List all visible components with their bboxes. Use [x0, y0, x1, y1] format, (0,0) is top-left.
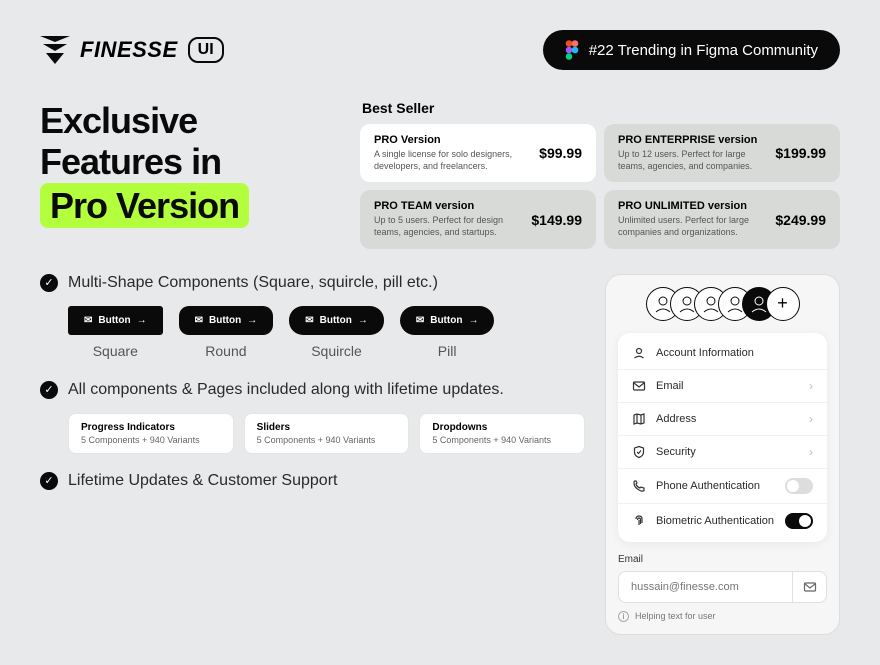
map-icon [632, 412, 646, 426]
menu-label: Phone Authentication [656, 480, 775, 492]
price-value: $99.99 [539, 145, 582, 161]
menu-item-biometric[interactable]: Biometric Authentication [618, 504, 827, 538]
price-value: $199.99 [775, 145, 826, 161]
sample-button-round[interactable]: ✉ Button → [179, 306, 274, 335]
price-card-team[interactable]: PRO TEAM version Up to 5 users. Perfect … [360, 190, 596, 248]
stat-card-sliders: Sliders 5 Components + 940 Variants [244, 413, 410, 454]
price-desc: A single license for solo designers, dev… [374, 149, 529, 172]
arrow-right-icon: → [247, 315, 257, 326]
price-desc: Up to 5 users. Perfect for design teams,… [374, 215, 521, 238]
arrow-right-icon: → [468, 315, 478, 326]
best-seller-label: Best Seller [362, 100, 840, 116]
stat-card-dropdowns: Dropdowns 5 Components + 940 Variants [419, 413, 585, 454]
price-title: PRO UNLIMITED version [618, 200, 765, 212]
stat-title: Dropdowns [432, 422, 572, 433]
sample-button-square[interactable]: ✉ Button → [68, 306, 163, 335]
figma-icon [565, 40, 579, 60]
price-desc: Up to 12 users. Perfect for large teams,… [618, 149, 765, 172]
chevron-right-icon: › [809, 445, 813, 459]
shape-label: Square [93, 343, 138, 359]
stat-sub: 5 Components + 940 Variants [81, 435, 221, 445]
check-icon: ✓ [40, 381, 58, 399]
stat-title: Progress Indicators [81, 422, 221, 433]
phone-icon [632, 479, 646, 493]
settings-preview-panel: + Account Information Email › Address › … [605, 274, 840, 635]
help-text: Helping text for user [635, 611, 716, 621]
feature-components: All components & Pages included along wi… [68, 381, 504, 399]
chevron-right-icon: › [809, 412, 813, 426]
stat-title: Sliders [257, 422, 397, 433]
price-desc: Unlimited users. Perfect for large compa… [618, 215, 765, 238]
avatar-row: + [618, 287, 827, 321]
fingerprint-icon [632, 514, 646, 528]
price-title: PRO Version [374, 134, 529, 146]
feature-support: Lifetime Updates & Customer Support [68, 472, 337, 490]
price-title: PRO ENTERPRISE version [618, 134, 765, 146]
price-value: $149.99 [531, 212, 582, 228]
sample-button-pill[interactable]: ✉ Button → [400, 306, 495, 335]
price-card-enterprise[interactable]: PRO ENTERPRISE version Up to 12 users. P… [604, 124, 840, 182]
logo-mark-icon [40, 36, 70, 64]
trending-text: #22 Trending in Figma Community [589, 42, 818, 59]
trending-badge: #22 Trending in Figma Community [543, 30, 840, 70]
toggle-phone-auth[interactable] [785, 478, 813, 494]
chevron-right-icon: › [809, 379, 813, 393]
headline: Exclusive Features in Pro Version [40, 100, 330, 249]
menu-label: Biometric Authentication [656, 515, 775, 527]
brand-name: FINESSE [80, 37, 178, 63]
arrow-right-icon: → [137, 315, 147, 326]
mail-icon[interactable] [792, 572, 826, 602]
add-avatar-button[interactable]: + [766, 287, 800, 321]
menu-label: Address [656, 413, 799, 425]
info-icon: i [618, 611, 629, 622]
check-icon: ✓ [40, 472, 58, 490]
price-value: $249.99 [775, 212, 826, 228]
shape-label: Round [205, 343, 246, 359]
menu-item-email[interactable]: Email › [618, 370, 827, 403]
mail-icon: ✉ [84, 315, 92, 326]
price-card-unlimited[interactable]: PRO UNLIMITED version Unlimited users. P… [604, 190, 840, 248]
menu-label: Account Information [656, 347, 813, 359]
price-title: PRO TEAM version [374, 200, 521, 212]
shield-icon [632, 445, 646, 459]
sample-button-squircle[interactable]: ✉ Button → [289, 306, 384, 335]
email-label: Email [618, 554, 827, 565]
menu-label: Security [656, 446, 799, 458]
user-icon [632, 346, 646, 360]
stat-card-progress: Progress Indicators 5 Components + 940 V… [68, 413, 234, 454]
mail-icon: ✉ [305, 315, 313, 326]
email-input[interactable] [619, 572, 792, 602]
menu-item-security[interactable]: Security › [618, 436, 827, 469]
price-card-pro[interactable]: PRO Version A single license for solo de… [360, 124, 596, 182]
menu-item-address[interactable]: Address › [618, 403, 827, 436]
menu-item-account[interactable]: Account Information [618, 337, 827, 370]
mail-icon [632, 379, 646, 393]
ui-badge: UI [188, 37, 224, 63]
shape-label: Pill [438, 343, 457, 359]
check-icon: ✓ [40, 274, 58, 292]
toggle-biometric[interactable] [785, 513, 813, 529]
arrow-right-icon: → [358, 315, 368, 326]
headline-line1: Exclusive [40, 100, 197, 141]
stat-sub: 5 Components + 940 Variants [257, 435, 397, 445]
mail-icon: ✉ [195, 315, 203, 326]
headline-line2: Features in [40, 141, 221, 182]
feature-shapes: Multi-Shape Components (Square, squircle… [68, 274, 438, 292]
shape-label: Squircle [311, 343, 362, 359]
mail-icon: ✉ [416, 315, 424, 326]
brand-logo: FINESSE UI [40, 36, 224, 64]
menu-item-phone-auth[interactable]: Phone Authentication [618, 469, 827, 504]
headline-highlight: Pro Version [40, 183, 249, 228]
menu-label: Email [656, 380, 799, 392]
stat-sub: 5 Components + 940 Variants [432, 435, 572, 445]
